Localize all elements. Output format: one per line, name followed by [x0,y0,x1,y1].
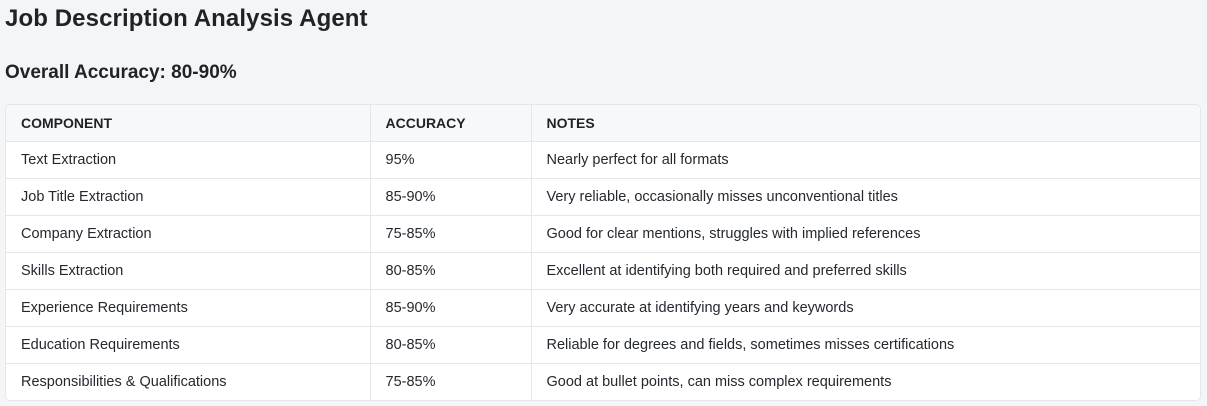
column-header-notes: NOTES [531,105,1200,142]
notes-cell: Very reliable, occasionally misses uncon… [531,178,1200,216]
accuracy-cell: 85-90% [370,289,532,327]
table-row: Text Extraction 95% Nearly perfect for a… [6,141,1200,179]
notes-cell: Nearly perfect for all formats [531,141,1200,179]
notes-cell: Very accurate at identifying years and k… [531,289,1200,327]
accuracy-table: COMPONENT ACCURACY NOTES Text Extraction… [6,105,1200,400]
notes-cell: Good at bullet points, can miss complex … [546,374,892,390]
column-header-accuracy: ACCURACY [370,105,532,142]
page-title: Job Description Analysis Agent [5,5,368,32]
notes-cell: Reliable for degrees and fields, sometim… [531,326,1200,364]
accuracy-cell: 75-85% [370,363,532,400]
table-row: Education Requirements 80-85% Reliable f… [6,326,1200,364]
table-row: Company Extraction 75-85% Good for clear… [6,215,1200,253]
accuracy-table-container: COMPONENT ACCURACY NOTES Text Extraction… [5,104,1201,401]
accuracy-cell: 80-85% [370,326,532,364]
component-cell: Skills Extraction [6,252,371,290]
component-cell: Text Extraction [6,141,371,179]
component-cell: Job Title Extraction [6,178,371,216]
overall-accuracy-heading: Overall Accuracy: 80-90% [5,62,237,83]
table-header-row: COMPONENT ACCURACY NOTES [6,105,1200,142]
accuracy-cell: 75-85% [370,215,532,253]
component-cell: Education Requirements [6,326,371,364]
accuracy-cell: 95% [370,141,532,179]
table-row: Skills Extraction 80-85% Excellent at id… [6,252,1200,290]
page: Job Description Analysis Agent Overall A… [0,0,1207,406]
notes-cell: Good for clear mentions, struggles with … [531,215,1200,253]
table-row: Experience Requirements 85-90% Very accu… [6,289,1200,327]
table-row: Job Title Extraction 85-90% Very reliabl… [6,178,1200,216]
accuracy-cell: 80-85% [370,252,532,290]
notes-cell: Excellent at identifying both required a… [531,252,1200,290]
component-cell: Company Extraction [6,215,371,253]
component-cell: Responsibilities & Qualifications [6,363,371,400]
table-row: Responsibilities & Qualifications 75-85%… [6,363,1200,400]
column-header-component: COMPONENT [6,105,371,142]
component-cell: Experience Requirements [6,289,371,327]
accuracy-cell: 85-90% [370,178,532,216]
